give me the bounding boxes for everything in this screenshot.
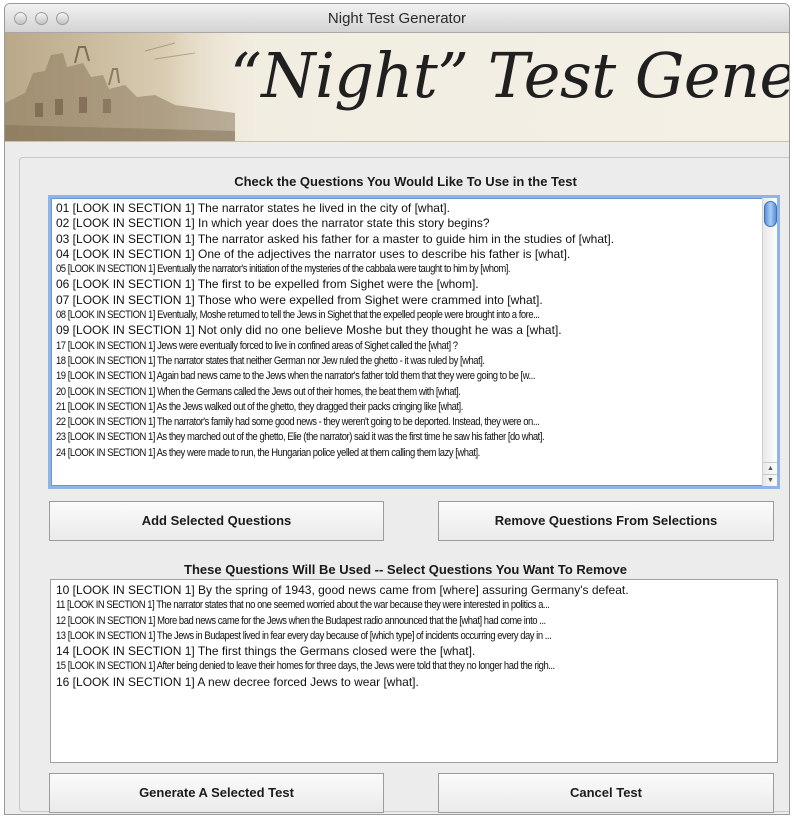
selected-questions-label: These Questions Will Be Used -- Select Q… — [184, 562, 627, 577]
list-item[interactable]: 21 [LOOK IN SECTION 1] As the Jews walke… — [56, 400, 755, 415]
list-item[interactable]: 16 [LOOK IN SECTION 1] A new decree forc… — [56, 675, 773, 690]
list-item-text: 01 [LOOK IN SECTION 1] The narrator stat… — [56, 201, 450, 215]
selected-questions-list[interactable]: 10 [LOOK IN SECTION 1] By the spring of … — [50, 579, 778, 763]
list-item-text: 24 [LOOK IN SECTION 1] As they were made… — [56, 446, 480, 459]
down-arrow-icon[interactable]: ▼ — [763, 474, 777, 486]
list-item-text: 10 [LOOK IN SECTION 1] By the spring of … — [56, 583, 629, 597]
list-item-text: 11 [LOOK IN SECTION 1] The narrator stat… — [56, 599, 550, 612]
list-item[interactable]: 17 [LOOK IN SECTION 1] Jews were eventua… — [56, 339, 755, 354]
add-selected-questions-button[interactable]: Add Selected Questions — [49, 501, 384, 541]
list-item[interactable]: 11 [LOOK IN SECTION 1] The narrator stat… — [56, 598, 773, 613]
remove-questions-button[interactable]: Remove Questions From Selections — [438, 501, 774, 541]
list-item[interactable]: 12 [LOOK IN SECTION 1] More bad news cam… — [56, 614, 773, 629]
available-questions-label: Check the Questions You Would Like To Us… — [234, 174, 577, 189]
list-item-text: 18 [LOOK IN SECTION 1] The narrator stat… — [56, 354, 485, 367]
app-window: Night Test Generator “Night” Test Genera… — [4, 3, 790, 815]
list-item-text: 17 [LOOK IN SECTION 1] Jews were eventua… — [56, 339, 458, 352]
generate-test-button[interactable]: Generate A Selected Test — [49, 773, 384, 813]
list-item[interactable]: 23 [LOOK IN SECTION 1] As they marched o… — [56, 430, 755, 445]
scrollbar-thumb[interactable] — [764, 201, 777, 227]
content-panel: Check the Questions You Would Like To Us… — [19, 157, 789, 813]
list-item-text: 20 [LOOK IN SECTION 1] When the Germans … — [56, 385, 461, 398]
list-item[interactable]: 05 [LOOK IN SECTION 1] Eventually the na… — [56, 262, 755, 277]
list-item-text: 15 [LOOK IN SECTION 1] After being denie… — [56, 660, 555, 673]
title-bar: Night Test Generator — [5, 4, 789, 33]
list-item[interactable]: 03 [LOOK IN SECTION 1] The narrator aske… — [56, 232, 755, 247]
available-list-scrollbar[interactable]: ▲ ▼ — [762, 198, 777, 486]
list-item-text: 06 [LOOK IN SECTION 1] The first to be e… — [56, 277, 479, 292]
list-item[interactable]: 04 [LOOK IN SECTION 1] One of the adject… — [56, 247, 755, 262]
list-item[interactable]: 15 [LOOK IN SECTION 1] After being denie… — [56, 659, 773, 674]
list-item-text: 09 [LOOK IN SECTION 1] Not only did no o… — [56, 323, 562, 338]
list-item[interactable]: 22 [LOOK IN SECTION 1] The narrator's fa… — [56, 415, 755, 430]
list-item-text: 23 [LOOK IN SECTION 1] As they marched o… — [56, 431, 545, 444]
list-item-text: 13 [LOOK IN SECTION 1] The Jews in Budap… — [56, 629, 552, 642]
list-item-text: 21 [LOOK IN SECTION 1] As the Jews walke… — [56, 400, 463, 413]
list-item[interactable]: 02 [LOOK IN SECTION 1] In which year doe… — [56, 216, 755, 231]
available-questions-list[interactable]: 01 [LOOK IN SECTION 1] The narrator stat… — [48, 195, 780, 489]
window-title: Night Test Generator — [327, 10, 467, 27]
list-item[interactable]: 19 [LOOK IN SECTION 1] Again bad news ca… — [56, 369, 755, 384]
list-item-text: 07 [LOOK IN SECTION 1] Those who were ex… — [56, 292, 543, 307]
list-item-text: 16 [LOOK IN SECTION 1] A new decree forc… — [56, 674, 419, 689]
list-item[interactable]: 06 [LOOK IN SECTION 1] The first to be e… — [56, 277, 755, 292]
list-item[interactable]: 18 [LOOK IN SECTION 1] The narrator stat… — [56, 354, 755, 369]
list-item-text: 03 [LOOK IN SECTION 1] The narrator aske… — [56, 231, 615, 246]
available-questions-rows: 01 [LOOK IN SECTION 1] The narrator stat… — [56, 201, 755, 461]
list-item-text: 08 [LOOK IN SECTION 1] Eventually, Moshe… — [56, 309, 540, 322]
list-item[interactable]: 01 [LOOK IN SECTION 1] The narrator stat… — [56, 201, 755, 216]
list-item-text: 05 [LOOK IN SECTION 1] Eventually the na… — [56, 263, 511, 276]
list-item-text: 02 [LOOK IN SECTION 1] In which year doe… — [56, 216, 490, 231]
banner-title: “Night” Test Generator — [230, 39, 789, 112]
list-item[interactable]: 20 [LOOK IN SECTION 1] When the Germans … — [56, 385, 755, 400]
list-item[interactable]: 09 [LOOK IN SECTION 1] Not only did no o… — [56, 323, 755, 338]
list-item-text: 12 [LOOK IN SECTION 1] More bad news cam… — [56, 614, 546, 627]
list-item[interactable]: 14 [LOOK IN SECTION 1] The first things … — [56, 644, 773, 659]
header-banner: “Night” Test Generator — [5, 33, 789, 142]
list-item-text: 04 [LOOK IN SECTION 1] One of the adject… — [56, 246, 571, 261]
list-item-text: 19 [LOOK IN SECTION 1] Again bad news ca… — [56, 370, 535, 383]
list-item[interactable]: 07 [LOOK IN SECTION 1] Those who were ex… — [56, 293, 755, 308]
selected-questions-rows: 10 [LOOK IN SECTION 1] By the spring of … — [56, 583, 773, 690]
cancel-test-button[interactable]: Cancel Test — [438, 773, 774, 813]
list-item-text: 22 [LOOK IN SECTION 1] The narrator's fa… — [56, 416, 540, 429]
list-item[interactable]: 10 [LOOK IN SECTION 1] By the spring of … — [56, 583, 773, 598]
up-arrow-icon[interactable]: ▲ — [763, 462, 777, 474]
list-item[interactable]: 13 [LOOK IN SECTION 1] The Jews in Budap… — [56, 629, 773, 644]
list-item[interactable]: 24 [LOOK IN SECTION 1] As they were made… — [56, 446, 755, 461]
ruined-building-illustration — [5, 33, 235, 141]
list-item[interactable]: 08 [LOOK IN SECTION 1] Eventually, Moshe… — [56, 308, 755, 323]
list-item-text: 14 [LOOK IN SECTION 1] The first things … — [56, 644, 476, 659]
